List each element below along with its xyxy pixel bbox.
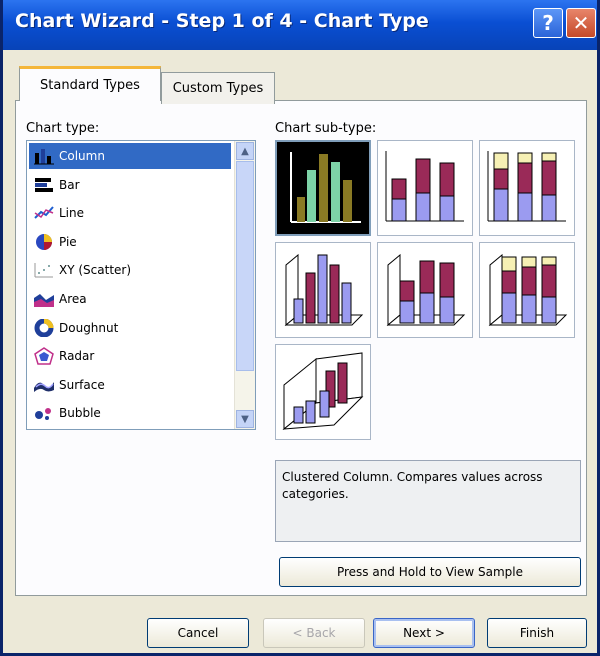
line-chart-icon — [33, 204, 55, 222]
chart-type-item-label: Column — [59, 149, 105, 163]
list-scrollbar[interactable]: ▲ ▼ — [234, 141, 255, 429]
back-button[interactable]: < Back — [263, 618, 365, 648]
chart-type-item[interactable]: Bubble — [29, 400, 231, 426]
chart-type-item[interactable]: XY (Scatter) — [29, 257, 231, 283]
chart-type-list[interactable]: Column Bar Line Pie XY (Scatter) Area Doughnut… — [26, 140, 256, 430]
scatter-chart-icon — [33, 261, 55, 279]
stacked-column-icon — [378, 141, 472, 237]
window-title: Chart Wizard - Step 1 of 4 - Chart Type — [15, 10, 429, 32]
area-chart-icon — [33, 290, 55, 308]
bar-chart-icon — [33, 176, 55, 194]
finish-button[interactable]: Finish — [487, 618, 587, 648]
cancel-button[interactable]: Cancel — [147, 618, 249, 648]
scroll-up-button[interactable]: ▲ — [236, 142, 254, 160]
100-percent-stacked-column-icon — [480, 141, 574, 237]
chart-subtype-option[interactable] — [377, 140, 473, 236]
bubble-chart-icon — [33, 404, 55, 422]
chart-type-item-label: Bubble — [59, 406, 101, 421]
chart-type-item[interactable]: Column — [29, 143, 231, 169]
chart-subtype-label: Chart sub-type: — [275, 121, 377, 136]
pie-chart-icon — [33, 233, 55, 251]
chart-type-item[interactable]: Line — [29, 200, 231, 226]
doughnut-chart-icon — [33, 318, 55, 337]
close-button[interactable]: ✕ — [566, 8, 596, 38]
clustered-column-icon — [277, 142, 369, 238]
chart-type-item[interactable]: Pie — [29, 229, 231, 255]
chart-type-item[interactable]: Area — [29, 286, 231, 312]
3d-stacked-column-icon — [378, 243, 472, 339]
3d-100-percent-stacked-column-icon — [480, 243, 574, 339]
chart-type-item-label: Surface — [59, 377, 105, 392]
chart-type-item-label: Doughnut — [59, 320, 119, 335]
chart-type-label: Chart type: — [26, 121, 100, 136]
chart-subtype-option[interactable] — [377, 242, 473, 338]
scroll-down-button[interactable]: ▼ — [236, 410, 254, 428]
tab-custom-types[interactable]: Custom Types — [161, 72, 275, 104]
view-sample-button[interactable]: Press and Hold to View Sample — [279, 557, 581, 587]
tab-standard-types[interactable]: Standard Types — [19, 66, 161, 101]
chart-subtype-option[interactable] — [275, 242, 371, 338]
chart-subtype-option[interactable] — [275, 140, 371, 236]
chart-type-item-label: Pie — [59, 234, 77, 249]
3d-clustered-column-icon — [276, 243, 370, 339]
chart-type-item-label: XY (Scatter) — [59, 263, 132, 278]
chart-subtype-option[interactable] — [479, 140, 575, 236]
chart-type-item-label: Line — [59, 206, 85, 221]
chart-type-item-label: Area — [59, 292, 87, 306]
chart-type-item[interactable]: Radar — [29, 343, 231, 369]
title-bar[interactable]: Chart Wizard - Step 1 of 4 - Chart Type … — [3, 0, 597, 50]
chart-wizard-dialog: Chart Wizard - Step 1 of 4 - Chart Type … — [0, 0, 600, 656]
chart-type-item[interactable]: Bar — [29, 172, 231, 198]
chart-type-item-label: Radar — [59, 349, 95, 364]
radar-chart-icon — [33, 347, 55, 365]
chart-subtype-option[interactable] — [479, 242, 575, 338]
help-button[interactable]: ? — [533, 8, 563, 38]
surface-chart-icon — [33, 376, 55, 394]
chart-subtype-option[interactable] — [275, 344, 371, 440]
chart-type-item[interactable]: Doughnut — [29, 315, 231, 341]
column-chart-icon — [33, 147, 55, 165]
scroll-thumb[interactable] — [236, 161, 254, 371]
next-button[interactable]: Next > — [373, 618, 475, 648]
chart-type-item-label: Bar — [59, 177, 80, 192]
chart-type-item[interactable]: Surface — [29, 372, 231, 398]
3d-column-icon — [276, 345, 370, 441]
subtype-description: Clustered Column. Compares values across… — [275, 460, 581, 542]
